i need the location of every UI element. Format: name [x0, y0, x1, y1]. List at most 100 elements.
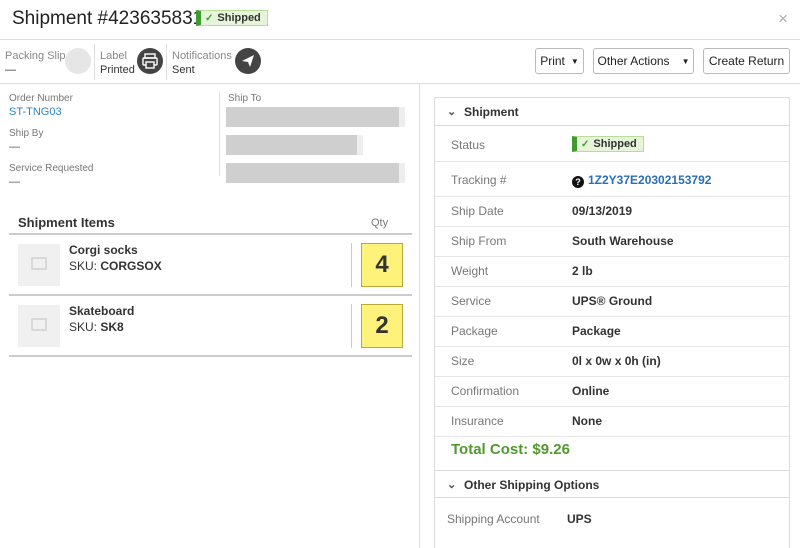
shipment-section-toggle[interactable]: ⌄ Shipment: [435, 98, 789, 126]
item-name: Skateboard: [69, 304, 135, 318]
ship-by-value: —: [9, 141, 20, 153]
toolbar-divider: [94, 44, 95, 80]
item-sku-value: CORGSOX: [100, 259, 162, 273]
notifications-section: Notifications Sent: [172, 40, 264, 84]
package-value: Package: [572, 324, 621, 338]
shipping-account-value: UPS: [567, 512, 592, 526]
shipment-items-title: Shipment Items: [18, 215, 115, 230]
caret-down-icon: ▼: [570, 56, 579, 66]
list-item: Skateboard SKU: SK8 2: [9, 296, 412, 357]
service-requested-value: —: [9, 176, 20, 188]
ship-date-label: Ship Date: [451, 204, 504, 218]
notifications-value: Sent: [172, 64, 195, 76]
print-button-label: Print: [540, 54, 565, 68]
label-value: Printed: [100, 64, 135, 76]
close-icon[interactable]: ×: [778, 9, 788, 29]
other-shipping-options-toggle[interactable]: ⌄ Other Shipping Options: [435, 470, 789, 498]
package-label: Package: [451, 324, 498, 338]
item-sku: SKU: CORGSOX: [69, 259, 162, 273]
ship-by-label: Ship By: [9, 128, 44, 139]
list-item: Corgi socks SKU: CORGSOX 4: [9, 235, 412, 296]
status-row: Status ✓ Shipped: [435, 127, 789, 162]
shipment-panel: ⌄ Shipment Status ✓ Shipped Tracking # ?…: [434, 97, 790, 548]
ship-from-value: South Warehouse: [572, 234, 674, 248]
insurance-value: None: [572, 414, 602, 428]
service-requested-label: Service Requested: [9, 163, 94, 174]
service-value: UPS® Ground: [572, 294, 653, 308]
service-label: Service: [451, 294, 492, 308]
printer-icon[interactable]: [137, 48, 163, 74]
caret-down-icon: ▼: [681, 56, 690, 66]
shipping-account-row: Shipping Account UPS: [435, 499, 789, 539]
size-label: Size: [451, 354, 475, 368]
status-badge-label: Shipped: [217, 12, 261, 24]
ship-date-value: 09/13/2019: [572, 204, 633, 218]
shipment-section-title: Shipment: [464, 105, 519, 119]
chevron-down-icon: ⌄: [447, 106, 457, 118]
status-badge: ✓ Shipped: [572, 136, 644, 152]
confirmation-label: Confirmation: [451, 384, 520, 398]
label-section: Label Printed: [100, 40, 166, 84]
ship-to-label: Ship To: [228, 93, 262, 104]
weight-label: Weight: [451, 264, 489, 278]
paper-plane-icon[interactable]: [235, 48, 261, 74]
weight-row: Weight 2 lb: [435, 257, 789, 287]
order-number-link[interactable]: ST-TNG03: [9, 106, 62, 118]
redacted-address-line: [226, 163, 405, 183]
redacted-address-line: [226, 107, 405, 127]
total-cost: Total Cost: $9.26: [451, 441, 570, 458]
shipping-account-label: Shipping Account: [447, 512, 540, 526]
ship-from-label: Ship From: [451, 234, 507, 248]
size-value: 0l x 0w x 0h (in): [572, 354, 661, 368]
other-actions-button-label: Other Actions: [597, 54, 670, 68]
qty-divider: [351, 243, 352, 287]
tracking-value: ? 1Z2Y37E20302153792: [572, 173, 711, 188]
help-icon[interactable]: ?: [572, 176, 584, 188]
weight-value: 2 lb: [572, 264, 593, 278]
product-image-placeholder-icon: [18, 305, 60, 347]
page-title: Shipment #423635831: [12, 8, 204, 29]
tracking-label: Tracking #: [451, 173, 507, 187]
print-button[interactable]: Print ▼: [535, 48, 584, 74]
item-qty: 2: [361, 304, 403, 348]
packing-slip-value: —: [5, 64, 16, 76]
check-icon: ✓: [581, 138, 590, 150]
order-number-label: Order Number: [9, 93, 73, 104]
notifications-label: Notifications: [172, 50, 232, 62]
insurance-label: Insurance: [451, 414, 504, 428]
modal-header: Shipment #423635831 ✓ Shipped ×: [0, 0, 800, 40]
item-sku-label: SKU:: [69, 259, 98, 273]
item-sku-value: SK8: [100, 320, 124, 334]
item-qty: 4: [361, 243, 403, 287]
label-label: Label: [100, 50, 127, 62]
toolbar-divider: [166, 44, 167, 80]
confirmation-value: Online: [572, 384, 610, 398]
item-sku-label: SKU:: [69, 320, 98, 334]
other-shipping-options-title: Other Shipping Options: [464, 478, 600, 492]
status-badge: ✓ Shipped: [196, 10, 268, 26]
status-badge-label: Shipped: [593, 138, 637, 150]
ship-date-row: Ship Date 09/13/2019: [435, 197, 789, 227]
redacted-address-line: [226, 135, 363, 155]
confirmation-row: Confirmation Online: [435, 377, 789, 407]
item-name: Corgi socks: [69, 243, 138, 257]
insurance-row: Insurance None: [435, 407, 789, 437]
address-divider: [219, 92, 220, 176]
package-row: Package Package: [435, 317, 789, 347]
tracking-row: Tracking # ? 1Z2Y37E20302153792: [435, 162, 789, 197]
packing-slip-icon[interactable]: [65, 48, 91, 74]
status-label: Status: [451, 138, 486, 152]
other-actions-button[interactable]: Other Actions ▼: [593, 48, 694, 74]
packing-slip-label: Packing Slip: [5, 50, 66, 62]
tracking-number-link[interactable]: 1Z2Y37E20302153792: [588, 173, 711, 187]
ship-from-row: Ship From South Warehouse: [435, 227, 789, 257]
check-icon: ✓: [205, 12, 214, 24]
item-sku: SKU: SK8: [69, 320, 124, 334]
toolbar: Packing Slip — Label Printed Notificatio…: [0, 40, 800, 84]
packing-slip-section: Packing Slip —: [5, 40, 95, 84]
chevron-down-icon: ⌄: [447, 479, 457, 491]
size-row: Size 0l x 0w x 0h (in): [435, 347, 789, 377]
create-return-button[interactable]: Create Return: [703, 48, 790, 74]
service-row: Service UPS® Ground: [435, 287, 789, 317]
product-image-placeholder-icon: [18, 244, 60, 286]
